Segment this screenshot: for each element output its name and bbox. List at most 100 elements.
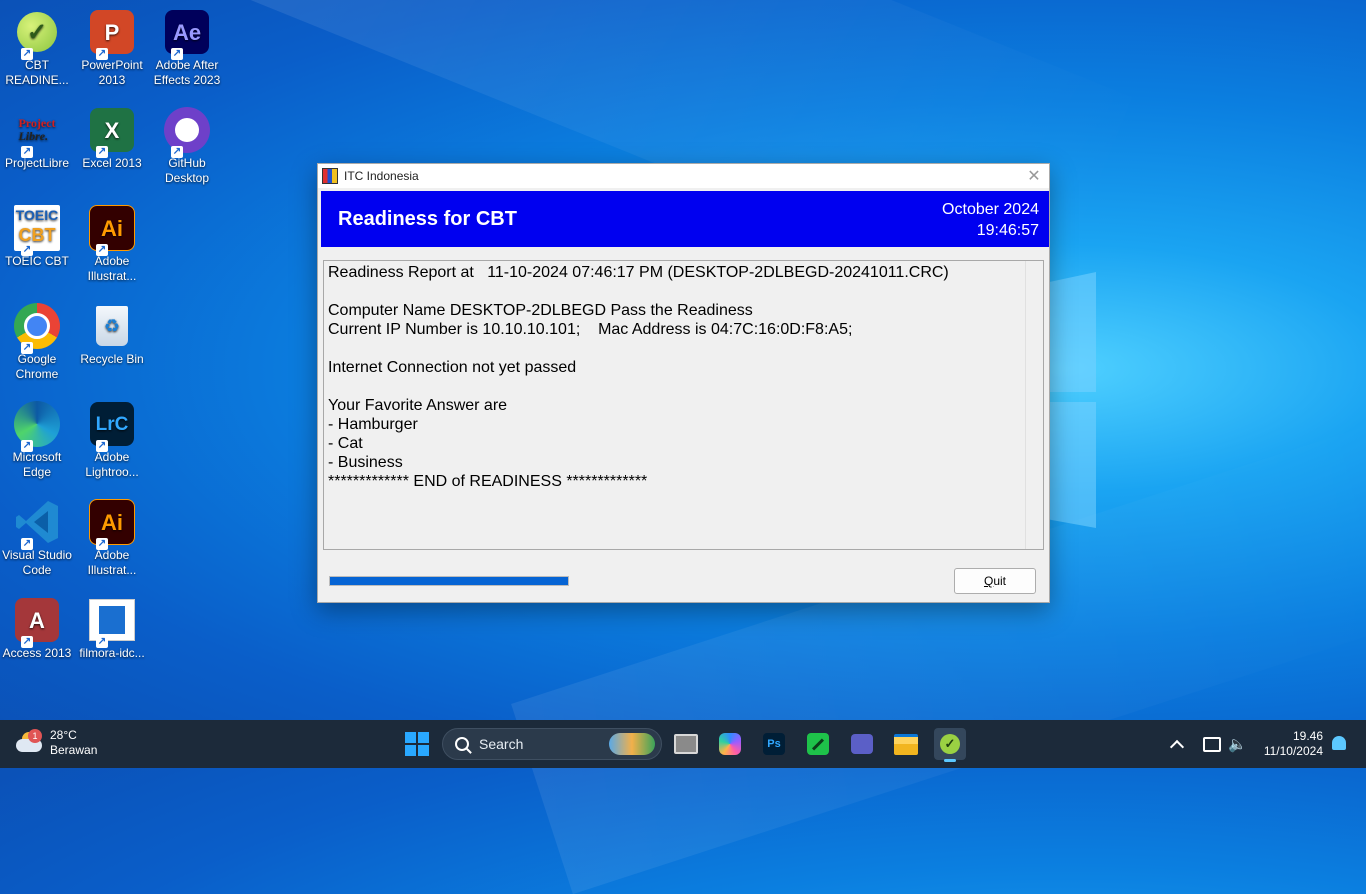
desktop-icon-after-effects[interactable]: Ae ↗ Adobe After Effects 2023 <box>150 8 224 88</box>
start-button[interactable] <box>405 732 429 756</box>
photoshop-icon[interactable]: Ps <box>758 728 790 760</box>
desktop-icon-label: ProjectLibre <box>4 156 70 170</box>
report-line: Internet Connection not yet passed <box>328 359 577 376</box>
task-view-icon[interactable] <box>670 728 702 760</box>
copilot-icon[interactable] <box>714 728 746 760</box>
show-hidden-icons-chevron-icon[interactable] <box>1169 720 1185 768</box>
desktop-icon-cbt-readiness[interactable]: ✓ ↗ CBT READINE... <box>0 8 74 88</box>
readiness-report-text: Readiness Report at 11-10-2024 07:46:17 … <box>328 263 949 491</box>
weather-desc: Berawan <box>50 743 98 757</box>
desktop-icon-excel[interactable]: X ↗ Excel 2013 <box>75 106 149 171</box>
desktop-icon-projectlibre[interactable]: Project Libre. ↗ ProjectLibre <box>0 106 74 171</box>
banner-time: 19:46:57 <box>976 222 1039 239</box>
desktop-icon-microsoft-edge[interactable]: ↗ Microsoft Edge <box>0 400 74 480</box>
report-line: - Cat <box>328 435 363 452</box>
close-icon[interactable]: ✕ <box>1019 166 1049 186</box>
app-icon <box>322 168 338 184</box>
system-clock[interactable]: 19.46 11/10/2024 <box>1264 729 1323 759</box>
search-highlight-icon <box>609 733 655 755</box>
toeic-icon: TOEIC CBT ↗ <box>14 205 60 256</box>
github-icon: ↗ <box>163 106 211 158</box>
app-green-icon[interactable] <box>802 728 834 760</box>
report-line: Readiness Report at 11-10-2024 07:46:17 … <box>328 264 949 281</box>
readiness-progress-bar <box>329 576 569 586</box>
desktop-icon-illustrator[interactable]: Ai ↗ Adobe Illustrat... <box>75 204 149 284</box>
itc-readiness-dialog: ITC Indonesia ✕ Readiness for CBT Octobe… <box>317 163 1050 603</box>
desktop-icon-github-desktop[interactable]: ↗ GitHub Desktop <box>150 106 224 186</box>
report-line: ************* END of READINESS *********… <box>328 473 648 490</box>
report-line: - Business <box>328 454 403 471</box>
report-line <box>328 377 949 396</box>
desktop-icon-label: Access 2013 <box>2 646 72 660</box>
report-line: Your Favorite Answer are <box>328 397 508 414</box>
desktop-icon-label: Adobe Lightroo... <box>85 450 139 479</box>
notification-bell-icon[interactable] <box>1332 736 1346 750</box>
illustrator-icon: Ai ↗ <box>88 204 136 256</box>
desktop-icon-illustrator-2[interactable]: Ai ↗ Adobe Illustrat... <box>75 498 149 578</box>
desktop-icon-label: Recycle Bin <box>80 352 144 366</box>
banner-datetime: October 2024 19:46:57 <box>942 199 1039 241</box>
lightroom-icon: LrC ↗ <box>88 400 136 452</box>
cbt-check-icon: ✓ ↗ <box>13 8 61 60</box>
desktop-icon-vscode[interactable]: ↗ Visual Studio Code <box>0 498 74 578</box>
desktop-icon-label: TOEIC CBT <box>5 254 69 268</box>
desktop-icon-powerpoint[interactable]: P ↗ PowerPoint 2013 <box>75 8 149 88</box>
desktop-icon-label: filmora-idc... <box>79 646 145 660</box>
desktop-icon-toeic-cbt[interactable]: TOEIC CBT ↗ TOEIC CBT <box>0 204 74 269</box>
search-label: Search <box>479 736 524 752</box>
clock-time: 19.46 <box>1292 729 1323 743</box>
desktop-icon-label: Excel 2013 <box>82 156 142 170</box>
projectlibre-icon: Project Libre. ↗ <box>18 116 56 158</box>
desktop-icon-label: GitHub Desktop <box>164 156 210 185</box>
desktop-icon-lightroom[interactable]: LrC ↗ Adobe Lightroo... <box>75 400 149 480</box>
desktop-icon-access[interactable]: A ↗ Access 2013 <box>0 596 74 661</box>
vscode-icon: ↗ <box>13 498 61 550</box>
desktop-icon-label: Adobe Illustrat... <box>87 254 137 283</box>
volume-icon[interactable]: 🔈 <box>1228 720 1247 768</box>
readiness-report-box[interactable]: Readiness Report at 11-10-2024 07:46:17 … <box>323 260 1044 550</box>
excel-icon: X ↗ <box>88 106 136 158</box>
cloudy-weather-icon: 1 <box>16 729 42 754</box>
report-line: Current IP Number is 10.10.10.101; Mac A… <box>328 321 853 338</box>
file-explorer-icon[interactable] <box>890 728 922 760</box>
quit-button[interactable]: Quit <box>954 568 1036 594</box>
desktop-icon-label: PowerPoint 2013 <box>81 58 143 87</box>
taskbar: 1 28°C Berawan Search Ps ✓ 🔈 19.46 11/10… <box>0 720 1366 768</box>
taskbar-search[interactable]: Search <box>442 728 662 760</box>
recycle-bin-icon: ♻ <box>88 302 136 350</box>
file-icon: ↗ <box>88 596 136 648</box>
desktop-icon-label: Microsoft Edge <box>12 450 62 479</box>
banner-date: October 2024 <box>942 201 1039 218</box>
report-line <box>328 339 949 358</box>
report-line <box>328 282 949 301</box>
desktop-icon-google-chrome[interactable]: ↗ Google Chrome <box>0 302 74 382</box>
desktop-icon-label: Adobe Illustrat... <box>87 548 137 577</box>
weather-widget[interactable]: 1 28°C Berawan <box>16 728 97 758</box>
desktop-icon-filmora[interactable]: ↗ filmora-idc... <box>75 596 149 661</box>
desktop-icon-recycle-bin[interactable]: ♻ Recycle Bin <box>75 302 149 367</box>
desktop-icon-label: Google Chrome <box>15 352 59 381</box>
report-line: Computer Name DESKTOP-2DLBEGD Pass the R… <box>328 302 753 319</box>
powerpoint-icon: P ↗ <box>88 8 136 60</box>
access-icon: A ↗ <box>13 596 61 648</box>
teams-icon[interactable] <box>846 728 878 760</box>
desktop-icon-label: Adobe After Effects 2023 <box>153 58 221 87</box>
desktop-icon-label: CBT READINE... <box>5 58 69 87</box>
window-titlebar[interactable]: ITC Indonesia ✕ <box>318 164 1049 188</box>
clock-date: 11/10/2024 <box>1263 744 1323 758</box>
weather-badge: 1 <box>28 729 42 743</box>
network-icon[interactable] <box>1203 720 1221 768</box>
window-title: ITC Indonesia <box>344 169 419 183</box>
desktop-icon-label: Visual Studio Code <box>2 548 72 577</box>
edge-icon: ↗ <box>13 400 61 452</box>
report-line: - Hamburger <box>328 416 418 433</box>
report-scrollbar[interactable] <box>1025 261 1043 549</box>
search-icon <box>455 737 469 751</box>
cbt-readiness-icon[interactable]: ✓ <box>934 728 966 762</box>
readiness-banner: Readiness for CBT October 2024 19:46:57 <box>321 191 1049 247</box>
banner-title: Readiness for CBT <box>338 208 517 230</box>
weather-temp: 28°C <box>50 728 77 742</box>
after-effects-icon: Ae ↗ <box>163 8 211 60</box>
progress-fill <box>330 577 568 585</box>
illustrator-icon: Ai ↗ <box>88 498 136 550</box>
